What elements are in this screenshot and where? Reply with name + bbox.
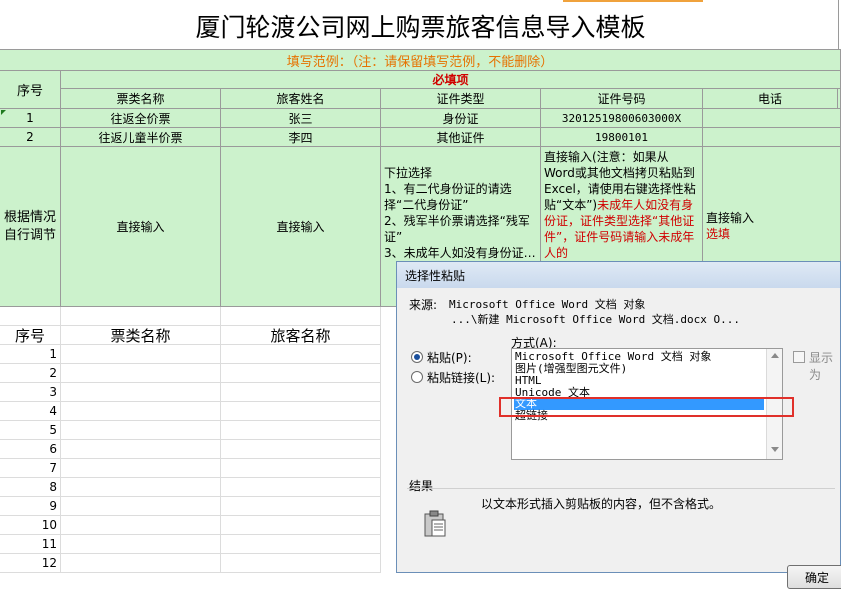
instr-phone-text: 直接输入	[706, 211, 755, 225]
lower-row-cell[interactable]	[61, 554, 221, 573]
header-id-type[interactable]: 证件类型	[381, 89, 541, 109]
row1-ticket[interactable]: 往返全价票	[61, 109, 221, 128]
row1-name[interactable]: 张三	[221, 109, 381, 128]
title-divider	[838, 0, 839, 50]
display-icon-checkbox[interactable]	[793, 351, 805, 363]
lower-row-number[interactable]: 12	[0, 554, 61, 573]
instr-seq-text: 根据情况 自行调节	[3, 209, 56, 243]
lower-row-number[interactable]: 3	[0, 383, 61, 402]
lower-row-cell[interactable]	[221, 345, 381, 364]
lower-row-number[interactable]: 8	[0, 478, 61, 497]
row1-phone[interactable]	[703, 109, 841, 128]
row2-id-number[interactable]: 19800101	[541, 128, 703, 147]
row1-id-number[interactable]: 32012519800603000X	[541, 109, 703, 128]
lower-row-cell[interactable]	[221, 497, 381, 516]
dialog-titlebar[interactable]: 选择性粘贴	[397, 262, 840, 288]
header-phone[interactable]: 电话	[703, 89, 838, 109]
header-id-number[interactable]: 证件号码	[541, 89, 703, 109]
lower-spacer[interactable]	[221, 307, 381, 326]
instr-id-type-text: 下拉选择 1、有二代身份证的请选择“二代身份证” 2、残军半价票请选择“残军证”…	[384, 166, 536, 260]
seq-header[interactable]: 序号	[0, 71, 61, 109]
lower-row-number[interactable]: 5	[0, 421, 61, 440]
scroll-up-icon[interactable]	[771, 353, 779, 358]
lower-spacer[interactable]	[0, 307, 61, 326]
row2-phone[interactable]	[703, 128, 841, 147]
ok-label: 确定	[804, 571, 829, 585]
lower-row-cell[interactable]	[61, 478, 221, 497]
paste-special-dialog: 选择性粘贴 来源: Microsoft Office Word 文档 对象 ..…	[396, 261, 841, 589]
lower-row-cell[interactable]	[61, 345, 221, 364]
clipboard-icon	[423, 510, 447, 538]
source-line2: ...\新建 Microsoft Office Word 文档.docx O..…	[451, 313, 741, 326]
lower-row-cell[interactable]	[221, 516, 381, 535]
lower-spacer[interactable]	[61, 307, 221, 326]
lower-row-cell[interactable]	[61, 516, 221, 535]
source-line1: Microsoft Office Word 文档 对象	[449, 298, 646, 311]
dialog-title: 选择性粘贴	[405, 269, 466, 283]
row1-seq[interactable]: 1	[0, 109, 61, 128]
lower-row-cell[interactable]	[221, 402, 381, 421]
comment-marker	[1, 110, 6, 115]
row2-name[interactable]: 李四	[221, 128, 381, 147]
lower-row-cell[interactable]	[221, 459, 381, 478]
lower-row-cell[interactable]	[61, 402, 221, 421]
lower-row-cell[interactable]	[221, 440, 381, 459]
display-icon-label[interactable]: 显示为	[809, 349, 840, 383]
lower-row-cell[interactable]	[61, 440, 221, 459]
scroll-down-icon[interactable]	[771, 447, 779, 452]
instr-name[interactable]: 直接输入	[221, 147, 381, 307]
instr-seq[interactable]: 根据情况 自行调节	[0, 147, 61, 307]
lower-header-seq[interactable]: 序号	[0, 326, 61, 345]
lower-row-number[interactable]: 4	[0, 402, 61, 421]
lower-row-cell[interactable]	[61, 421, 221, 440]
paste-link-radio[interactable]	[411, 371, 423, 383]
result-text: 以文本形式插入剪贴板的内容，但不含格式。	[481, 497, 722, 511]
lower-header-ticket[interactable]: 票类名称	[61, 326, 221, 345]
source-label: 来源:	[409, 298, 438, 312]
lower-row-cell[interactable]	[221, 554, 381, 573]
lower-row-cell[interactable]	[61, 383, 221, 402]
paste-link-label[interactable]: 粘贴链接(L):	[427, 369, 495, 386]
lower-row-cell[interactable]	[61, 535, 221, 554]
paste-radio[interactable]	[411, 351, 423, 363]
lower-row-cell[interactable]	[221, 421, 381, 440]
lower-row-cell[interactable]	[221, 535, 381, 554]
ok-button[interactable]: 确定	[787, 565, 841, 589]
lower-row-cell[interactable]	[61, 497, 221, 516]
lower-row-number[interactable]: 1	[0, 345, 61, 364]
row2-ticket[interactable]: 往返儿童半价票	[61, 128, 221, 147]
lower-row-cell[interactable]	[221, 478, 381, 497]
lower-row-number[interactable]: 2	[0, 364, 61, 383]
lower-row-cell[interactable]	[221, 383, 381, 402]
instr-phone-red: 选填	[706, 227, 731, 241]
header-passenger-name[interactable]: 旅客姓名	[221, 89, 381, 109]
required-label[interactable]: 必填项	[61, 71, 841, 89]
row2-id-type[interactable]: 其他证件	[381, 128, 541, 147]
selection-highlight-box	[499, 397, 794, 417]
paste-label[interactable]: 粘贴(P):	[427, 349, 472, 366]
instr-ticket[interactable]: 直接输入	[61, 147, 221, 307]
example-note[interactable]: 填写范例：（注：请保留填写范例，不能删除）	[0, 50, 841, 71]
row1-id-type[interactable]: 身份证	[381, 109, 541, 128]
header-ticket-type[interactable]: 票类名称	[61, 89, 221, 109]
lower-row-number[interactable]: 6	[0, 440, 61, 459]
lower-row-number[interactable]: 7	[0, 459, 61, 478]
lower-row-cell[interactable]	[61, 364, 221, 383]
lower-header-name[interactable]: 旅客名称	[221, 326, 381, 345]
page-title[interactable]: 厦门轮渡公司网上购票旅客信息导入模板	[0, 2, 841, 50]
lower-row-number[interactable]: 9	[0, 497, 61, 516]
lower-row-number[interactable]: 11	[0, 535, 61, 554]
lower-row-cell[interactable]	[221, 364, 381, 383]
lower-row-number[interactable]: 10	[0, 516, 61, 535]
row2-seq[interactable]: 2	[0, 128, 61, 147]
lower-row-cell[interactable]	[61, 459, 221, 478]
